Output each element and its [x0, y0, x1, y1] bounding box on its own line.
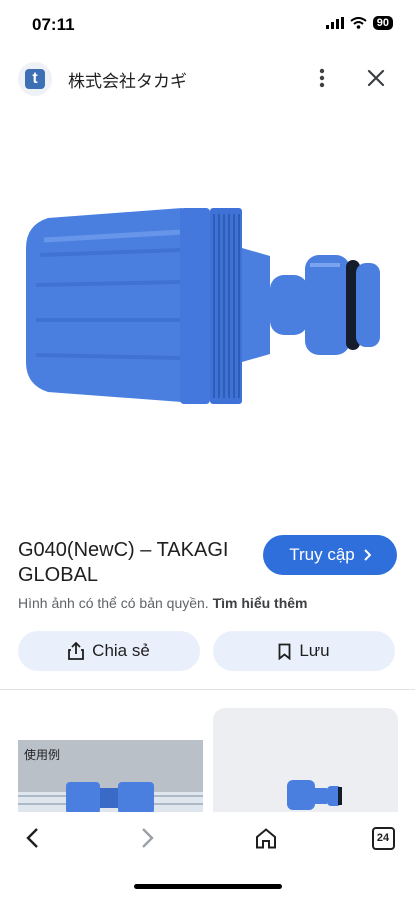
visit-button-label: Truy cập: [289, 545, 355, 564]
site-favicon-letter: t: [25, 69, 45, 89]
related-image-2-art: [287, 780, 342, 810]
section-divider: [0, 689, 415, 690]
share-label: Chia sẻ: [92, 641, 150, 660]
back-arrow-icon: [26, 828, 38, 848]
home-button[interactable]: [252, 824, 280, 852]
forward-button[interactable]: [134, 824, 162, 852]
site-title: 株式会社タカギ: [68, 72, 187, 91]
product-image[interactable]: [0, 170, 415, 440]
signal-icon: [325, 17, 344, 29]
bookmark-icon: [278, 643, 291, 660]
tabs-button[interactable]: 24: [369, 824, 397, 852]
home-indicator: [134, 884, 282, 889]
close-icon: [367, 69, 385, 87]
copyright-notice: Hình ảnh có thể có bản quyền. Tìm hiểu t…: [18, 595, 308, 611]
copyright-text: Hình ảnh có thể có bản quyền.: [18, 595, 209, 611]
result-title[interactable]: G040(NewC) – TAKAGI GLOBAL: [18, 538, 253, 588]
save-label: Lưu: [299, 641, 330, 660]
save-button[interactable]: Lưu: [213, 631, 395, 671]
related-image-1-caption: 使用例: [24, 748, 61, 762]
status-icons: 90: [325, 16, 393, 30]
battery-indicator: 90: [372, 16, 393, 30]
page-header: t 株式会社タカギ: [0, 50, 415, 106]
tabs-count: 24: [371, 826, 395, 850]
related-image-1-art: [18, 708, 203, 828]
share-button[interactable]: Chia sẻ: [18, 631, 200, 671]
back-button[interactable]: [18, 824, 46, 852]
visit-button[interactable]: Truy cập: [263, 535, 397, 575]
chevron-right-icon: [364, 549, 371, 561]
more-options-button[interactable]: [308, 64, 336, 92]
more-vert-icon: [319, 68, 325, 88]
status-bar: 07:11 90: [0, 0, 415, 50]
forward-arrow-icon: [142, 828, 154, 848]
related-image-2[interactable]: [213, 708, 398, 828]
related-image-1[interactable]: 使用例: [18, 708, 203, 828]
close-button[interactable]: [362, 64, 390, 92]
status-time: 07:11: [32, 15, 75, 34]
learn-more-link[interactable]: Tìm hiểu thêm: [213, 595, 308, 611]
wifi-icon: [350, 17, 367, 29]
site-favicon: t: [18, 62, 52, 96]
home-icon: [256, 827, 276, 848]
share-icon: [68, 642, 85, 660]
